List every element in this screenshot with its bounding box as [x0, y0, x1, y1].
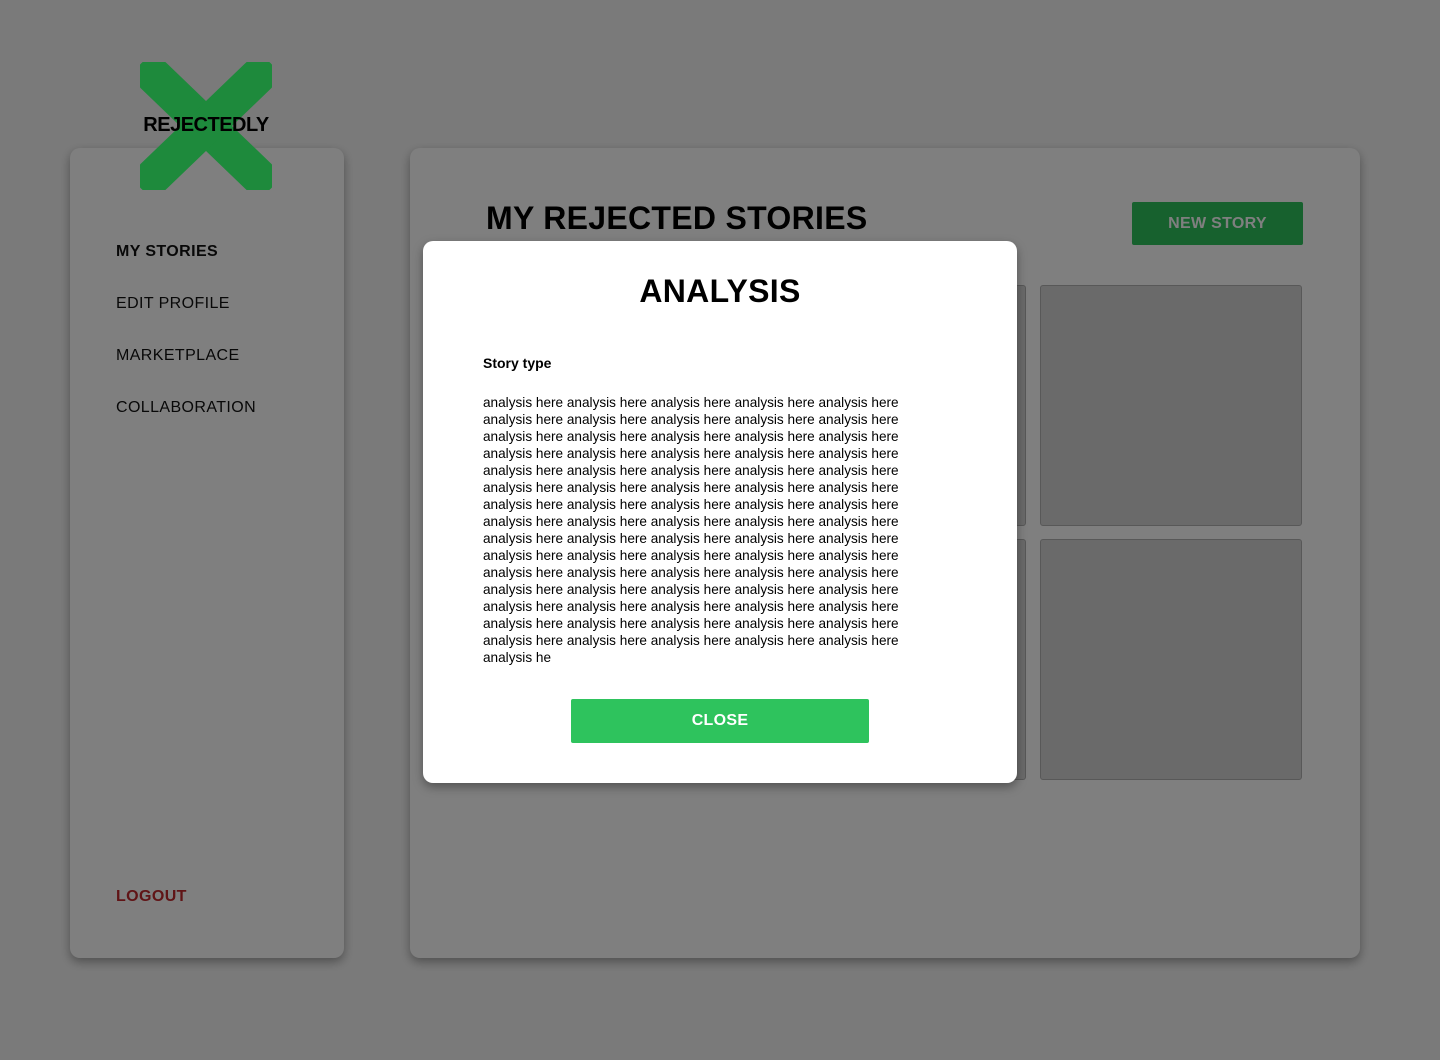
story-type-label: Story type	[483, 355, 552, 371]
close-button[interactable]: CLOSE	[571, 699, 869, 743]
analysis-text: analysis here analysis here analysis her…	[483, 395, 899, 665]
brand-logo[interactable]: REJECTEDLY	[140, 62, 272, 190]
modal-title: ANALYSIS	[639, 273, 801, 309]
analysis-modal: ANALYSIS Story type analysis here analys…	[423, 241, 1017, 783]
brand-name: REJECTEDLY	[143, 114, 269, 136]
